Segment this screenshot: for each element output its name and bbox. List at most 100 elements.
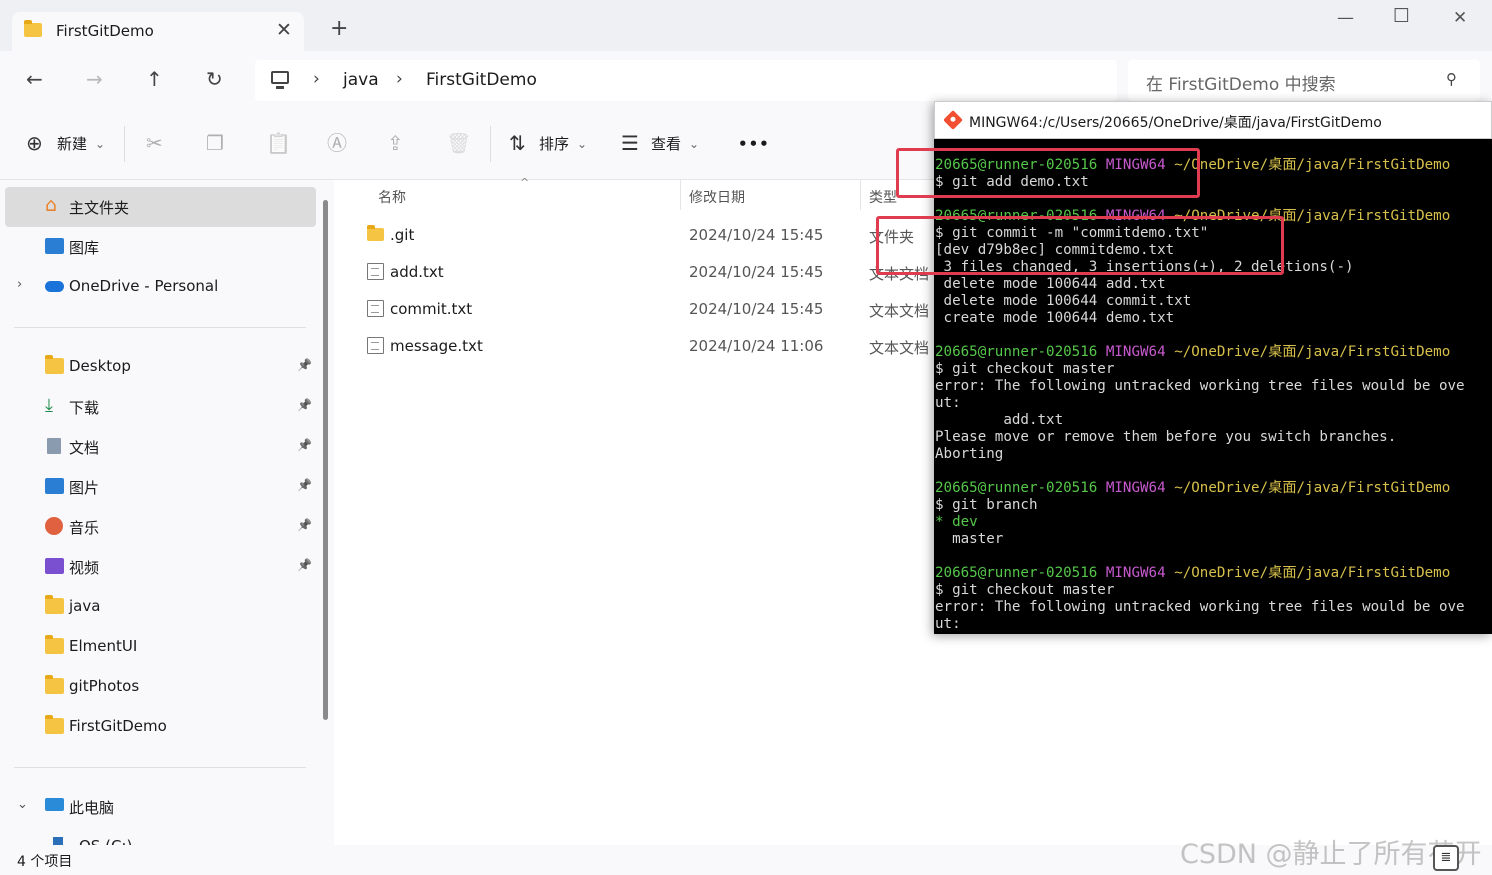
column-divider[interactable] <box>860 180 861 210</box>
highlight-box-commit <box>876 216 1284 275</box>
paste-icon[interactable]: 📋 <box>266 132 291 154</box>
picture-icon <box>45 478 64 494</box>
copy-icon[interactable]: ❐ <box>206 132 224 154</box>
breadcrumb-firstgitdemo[interactable]: FirstGitDemo <box>426 70 537 90</box>
output-line: delete mode 100644 add.txt <box>935 276 1166 292</box>
sidebar-item-videos[interactable]: 视频 📌 <box>5 547 316 587</box>
file-row[interactable]: message.txt 2024/10/24 11:06 文本文档 <box>356 328 934 365</box>
output-line: Please move or remove them before you sw… <box>935 429 1397 445</box>
feedback-icon[interactable]: ≣ <box>1433 845 1459 871</box>
sidebar-item-label: 视频 <box>69 559 100 577</box>
sidebar-item-label: 图片 <box>69 479 100 497</box>
folder-icon <box>45 595 64 614</box>
sidebar-item-documents[interactable]: 文档 📌 <box>5 427 316 467</box>
column-header-date[interactable]: 修改日期 <box>689 187 745 207</box>
output-line: ut: <box>935 395 961 411</box>
sidebar-item-label: 音乐 <box>69 519 100 537</box>
file-row[interactable]: add.txt 2024/10/24 15:45 文本文档 <box>356 254 934 291</box>
search-box[interactable]: 在 FirstGitDemo 中搜索 ⚲ <box>1128 60 1480 101</box>
sidebar-item-java[interactable]: java <box>5 587 316 627</box>
sidebar-item-downloads[interactable]: ⤓ 下载 📌 <box>5 387 316 427</box>
git-logo-icon <box>943 110 963 130</box>
close-window-button[interactable]: ✕ <box>1453 8 1467 28</box>
expand-icon[interactable]: › <box>17 277 22 292</box>
column-header-type[interactable]: 类型 <box>869 187 897 207</box>
tab-strip: FirstGitDemo ✕ + — ☐ ✕ <box>0 0 1492 51</box>
folder-icon <box>45 675 64 694</box>
sidebar-item-gallery[interactable]: 图库 <box>5 227 316 267</box>
sidebar-item-label: gitPhotos <box>69 677 140 695</box>
sidebar-item-os-drive[interactable]: OS (C:) <box>5 827 316 845</box>
pin-icon[interactable]: 📌 <box>297 518 312 532</box>
more-options-button[interactable]: ••• <box>738 134 770 154</box>
sidebar-item-desktop[interactable]: Desktop 📌 <box>5 347 316 387</box>
sidebar-item-label: 图库 <box>69 239 100 257</box>
sidebar-item-pictures[interactable]: 图片 📌 <box>5 467 316 507</box>
sidebar-item-this-pc[interactable]: ⌄ 此电脑 <box>5 787 316 827</box>
this-pc-icon[interactable] <box>271 71 289 89</box>
up-button[interactable]: ↑ <box>146 69 163 89</box>
pin-icon[interactable]: 📌 <box>297 558 312 572</box>
folder-icon <box>45 355 64 374</box>
sidebar-item-gitphotos[interactable]: gitPhotos <box>5 667 316 707</box>
minimize-button[interactable]: — <box>1337 8 1354 28</box>
sidebar-item-elmentui[interactable]: ElmentUI <box>5 627 316 667</box>
text-file-icon <box>367 337 384 354</box>
pin-icon[interactable]: 📌 <box>297 398 312 412</box>
sidebar-scrollbar[interactable] <box>323 200 328 720</box>
chevron-down-icon: ⌄ <box>95 137 106 151</box>
breadcrumb-separator[interactable]: › <box>313 69 320 89</box>
maximize-button[interactable]: ☐ <box>1393 5 1410 27</box>
sidebar-divider <box>14 767 306 768</box>
command-line: $ git checkout master <box>935 582 1115 598</box>
current-branch-line: * dev <box>935 514 978 530</box>
output-line: create mode 100644 demo.txt <box>935 310 1175 326</box>
view-label: 查看 <box>651 135 682 153</box>
column-divider[interactable] <box>680 180 681 210</box>
sidebar-item-label: OneDrive - Personal <box>69 277 219 295</box>
new-tab-button[interactable]: + <box>330 18 348 40</box>
file-row[interactable]: commit.txt 2024/10/24 15:45 文本文档 <box>356 291 934 328</box>
breadcrumb-java[interactable]: java <box>343 70 379 90</box>
output-line: Aborting <box>935 446 1004 462</box>
tab-firstgitdemo[interactable]: FirstGitDemo ✕ <box>12 12 304 51</box>
pin-icon[interactable]: 📌 <box>297 358 312 372</box>
drive-icon <box>53 837 63 845</box>
command-line: $ git checkout master <box>935 361 1115 377</box>
cut-icon[interactable]: ✂ <box>146 132 163 154</box>
refresh-button[interactable]: ↻ <box>206 69 223 89</box>
column-header-name[interactable]: 名称 <box>378 187 406 207</box>
item-count: 4 个项目 <box>17 854 73 870</box>
sidebar-item-label: java <box>69 597 101 615</box>
sidebar-item-music[interactable]: 音乐 📌 <box>5 507 316 547</box>
breadcrumb-separator[interactable]: › <box>396 69 403 89</box>
view-icon: ☰ <box>621 131 639 155</box>
collapse-icon[interactable]: ⌄ <box>17 797 28 812</box>
chevron-down-icon: ⌄ <box>577 137 588 151</box>
pin-icon[interactable]: 📌 <box>297 438 312 452</box>
delete-icon[interactable]: 🗑 <box>446 132 471 154</box>
file-name: add.txt <box>390 263 444 281</box>
forward-button[interactable]: → <box>86 69 103 89</box>
close-tab-icon[interactable]: ✕ <box>276 19 292 41</box>
file-row[interactable]: .git 2024/10/24 15:45 文件夹 <box>356 217 934 254</box>
share-icon[interactable]: ⇪ <box>387 132 404 154</box>
address-bar[interactable]: › java › FirstGitDemo <box>255 60 1117 101</box>
command-bar: ⊕ 新建 ⌄ ✂ ❐ 📋 Ⓐ ⇪ 🗑 ⇅ 排序 ⌄ ☰ 查看 ⌄ ••• <box>0 110 934 180</box>
gallery-icon <box>45 238 64 254</box>
rename-icon[interactable]: Ⓐ <box>327 132 347 154</box>
terminal-titlebar[interactable]: MINGW64:/c/Users/20665/OneDrive/桌面/java/… <box>934 101 1492 139</box>
search-placeholder[interactable]: 在 FirstGitDemo 中搜索 <box>1146 70 1336 95</box>
sidebar-item-home[interactable]: ⌂ 主文件夹 <box>5 187 316 227</box>
back-button[interactable]: ← <box>26 69 43 89</box>
sidebar-item-label: ElmentUI <box>69 637 138 655</box>
search-icon[interactable]: ⚲ <box>1446 70 1457 88</box>
sidebar-item-onedrive[interactable]: › OneDrive - Personal <box>5 267 316 307</box>
sort-icon: ⇅ <box>509 131 526 155</box>
file-date: 2024/10/24 15:45 <box>689 226 824 244</box>
new-label: 新建 <box>57 135 88 153</box>
toolbar-divider <box>124 126 125 162</box>
sidebar-item-firstgitdemo[interactable]: FirstGitDemo <box>5 707 316 747</box>
output-line: add.txt <box>935 412 1064 428</box>
pin-icon[interactable]: 📌 <box>297 478 312 492</box>
